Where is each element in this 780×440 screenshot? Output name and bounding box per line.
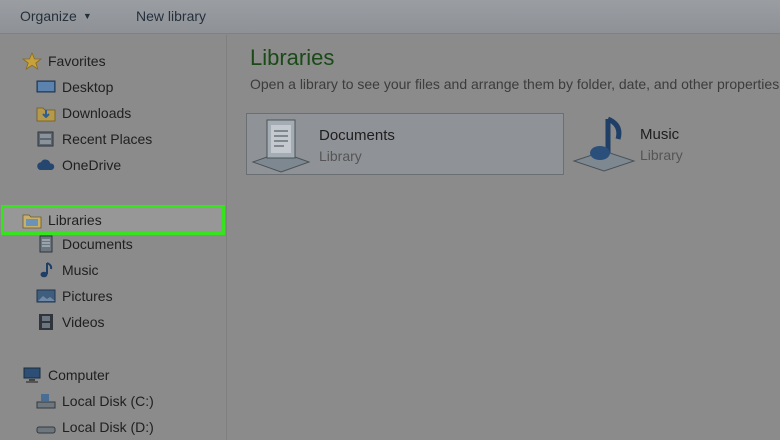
videos-icon bbox=[36, 313, 56, 331]
nav-desktop[interactable]: Desktop bbox=[36, 75, 113, 99]
documents-icon bbox=[36, 235, 56, 253]
new-library-label: New library bbox=[136, 8, 207, 24]
nav-recent-places-label: Recent Places bbox=[62, 131, 153, 147]
nav-recent-places[interactable]: Recent Places bbox=[36, 127, 152, 151]
nav-local-disk-c[interactable]: Local Disk (C:) bbox=[36, 389, 154, 413]
nav-local-disk-d[interactable]: Local Disk (D:) bbox=[36, 415, 154, 439]
nav-libraries-label: Libraries bbox=[48, 212, 102, 228]
nav-libraries[interactable]: Libraries bbox=[22, 208, 102, 232]
nav-favorites[interactable]: Favorites bbox=[21, 49, 106, 73]
nav-videos-label: Videos bbox=[62, 314, 105, 330]
library-name: Music bbox=[640, 126, 680, 143]
pictures-icon bbox=[36, 287, 56, 305]
nav-favorites-label: Favorites bbox=[48, 53, 106, 69]
computer-icon bbox=[22, 366, 42, 384]
library-type: Library bbox=[319, 148, 362, 164]
star-icon bbox=[21, 51, 43, 70]
page-subtitle: Open a library to see your files and arr… bbox=[250, 76, 780, 92]
music-library-icon bbox=[572, 115, 636, 178]
nav-music[interactable]: Music bbox=[36, 258, 99, 282]
nav-local-disk-c-label: Local Disk (C:) bbox=[62, 393, 154, 409]
library-name: Documents bbox=[319, 127, 395, 144]
page-title: Libraries bbox=[250, 45, 335, 70]
cloud-icon bbox=[36, 156, 56, 174]
nav-videos[interactable]: Videos bbox=[36, 310, 105, 334]
library-tile-documents[interactable]: Documents Library bbox=[246, 113, 564, 175]
libraries-folder-icon bbox=[22, 211, 42, 229]
nav-computer[interactable]: Computer bbox=[22, 363, 109, 387]
hard-drive-icon bbox=[36, 418, 56, 436]
documents-library-icon bbox=[251, 116, 311, 179]
chevron-down-icon: ▼ bbox=[82, 11, 92, 21]
nav-onedrive[interactable]: OneDrive bbox=[36, 153, 121, 177]
nav-computer-label: Computer bbox=[48, 367, 110, 383]
downloads-icon bbox=[36, 104, 56, 122]
content-pane: Libraries Open a library to see your fil… bbox=[228, 35, 780, 440]
nav-downloads-label: Downloads bbox=[62, 105, 132, 121]
desktop-icon bbox=[36, 78, 56, 96]
nav-desktop-label: Desktop bbox=[62, 79, 114, 95]
nav-pictures[interactable]: Pictures bbox=[36, 284, 113, 308]
nav-local-disk-d-label: Local Disk (D:) bbox=[62, 419, 154, 435]
nav-documents-label: Documents bbox=[62, 236, 133, 252]
new-library-button[interactable]: New library bbox=[136, 8, 206, 24]
navigation-pane: Favorites Desktop Downloads Recent Place… bbox=[0, 35, 227, 440]
nav-pictures-label: Pictures bbox=[62, 288, 113, 304]
organize-label: Organize bbox=[20, 8, 77, 24]
nav-documents[interactable]: Documents bbox=[36, 232, 133, 256]
organize-button[interactable]: Organize ▼ bbox=[20, 8, 92, 24]
nav-downloads[interactable]: Downloads bbox=[36, 101, 131, 125]
library-tile-music[interactable]: Music Library bbox=[570, 113, 780, 175]
music-note-icon bbox=[36, 261, 56, 279]
nav-music-label: Music bbox=[62, 262, 99, 278]
recent-places-icon bbox=[36, 130, 56, 148]
library-type: Library bbox=[640, 147, 683, 163]
hard-drive-icon bbox=[36, 392, 56, 410]
nav-onedrive-label: OneDrive bbox=[62, 157, 122, 173]
command-bar: Organize ▼ New library bbox=[0, 0, 780, 34]
